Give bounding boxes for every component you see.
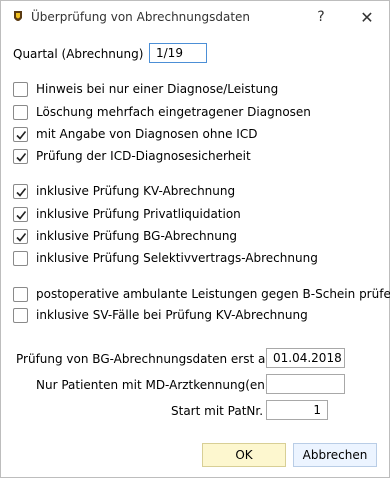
checkbox-delete-duplicate-diagnoses[interactable]: Löschung mehrfach eingetragener Diagnose… — [13, 103, 311, 121]
dialog-window: Überprüfung von Abrechnungsdaten ? ✕ Qua… — [0, 0, 390, 478]
checkbox-selective-contract-billing[interactable]: inklusive Prüfung Selektivvertrags-Abrec… — [13, 249, 318, 267]
close-button[interactable]: ✕ — [345, 1, 389, 33]
checkbox-box[interactable] — [13, 148, 28, 164]
checkbox-box[interactable] — [13, 206, 28, 222]
checkbox-sv-cases[interactable]: inklusive SV-Fälle bei Prüfung KV-Abrech… — [13, 306, 308, 324]
start-patnr-input[interactable]: 1 — [266, 400, 328, 420]
quartal-label: Quartal (Abrechnung) — [13, 47, 144, 61]
checkbox-label: Hinweis bei nur einer Diagnose/Leistung — [36, 82, 279, 96]
checkbox-box[interactable] — [13, 81, 28, 97]
checkbox-bg-billing[interactable]: inklusive Prüfung BG-Abrechnung — [13, 227, 237, 245]
cancel-button[interactable]: Abbrechen — [293, 443, 377, 467]
checkbox-box[interactable] — [13, 307, 28, 323]
checkbox-label: Löschung mehrfach eingetragener Diagnose… — [36, 105, 311, 119]
quartal-input[interactable]: 1/19 — [149, 43, 207, 63]
checkbox-label: inklusive Prüfung Selektivvertrags-Abrec… — [36, 251, 318, 265]
md-arzt-input[interactable] — [266, 374, 345, 394]
md-arzt-label: Nur Patienten mit MD-Arztkennung(en) — [36, 378, 270, 392]
app-icon — [11, 9, 25, 25]
window-title: Überprüfung von Abrechnungsdaten — [31, 10, 251, 24]
checkbox-label: inklusive Prüfung KV-Abrechnung — [36, 184, 236, 198]
checkmark-icon — [16, 130, 27, 140]
checkbox-box[interactable] — [13, 228, 28, 244]
checkbox-box[interactable] — [13, 104, 28, 120]
ok-button[interactable]: OK — [202, 443, 286, 467]
checkmark-icon — [16, 187, 27, 197]
checkbox-kv-billing[interactable]: inklusive Prüfung KV-Abrechnung — [13, 182, 235, 200]
checkbox-box[interactable] — [13, 250, 28, 266]
checkbox-private-billing[interactable]: inklusive Prüfung Privatliquidation — [13, 205, 241, 223]
checkbox-single-diagnosis-hint[interactable]: Hinweis bei nur einer Diagnose/Leistung — [13, 80, 278, 98]
help-button[interactable]: ? — [299, 1, 343, 33]
checkbox-diagnoses-without-icd[interactable]: mit Angabe von Diagnosen ohne ICD — [13, 125, 257, 143]
checkmark-icon — [16, 152, 27, 162]
bg-date-input[interactable]: 01.04.2018 — [266, 348, 345, 368]
checkbox-label: inklusive Prüfung Privatliquidation — [36, 207, 241, 221]
checkbox-label: mit Angabe von Diagnosen ohne ICD — [36, 127, 258, 141]
checkbox-icd-certainty[interactable]: Prüfung der ICD-Diagnosesicherheit — [13, 147, 251, 165]
checkbox-box[interactable] — [13, 126, 28, 142]
bg-date-label: Prüfung von BG-Abrechnungsdaten erst ab — [16, 352, 273, 366]
checkmark-icon — [16, 210, 27, 220]
checkbox-label: Prüfung der ICD-Diagnosesicherheit — [36, 149, 251, 163]
checkbox-postoperative-b-schein[interactable]: postoperative ambulante Leistungen gegen… — [13, 285, 390, 303]
checkbox-box[interactable] — [13, 286, 28, 302]
checkmark-icon — [16, 232, 27, 242]
start-patnr-label: Start mit PatNr. — [171, 404, 264, 418]
checkbox-label: postoperative ambulante Leistungen gegen… — [36, 287, 390, 301]
checkbox-label: inklusive SV-Fälle bei Prüfung KV-Abrech… — [36, 308, 308, 322]
checkbox-label: inklusive Prüfung BG-Abrechnung — [36, 229, 238, 243]
title-bar: Überprüfung von Abrechnungsdaten ? ✕ — [1, 1, 389, 33]
checkbox-box[interactable] — [13, 183, 28, 199]
